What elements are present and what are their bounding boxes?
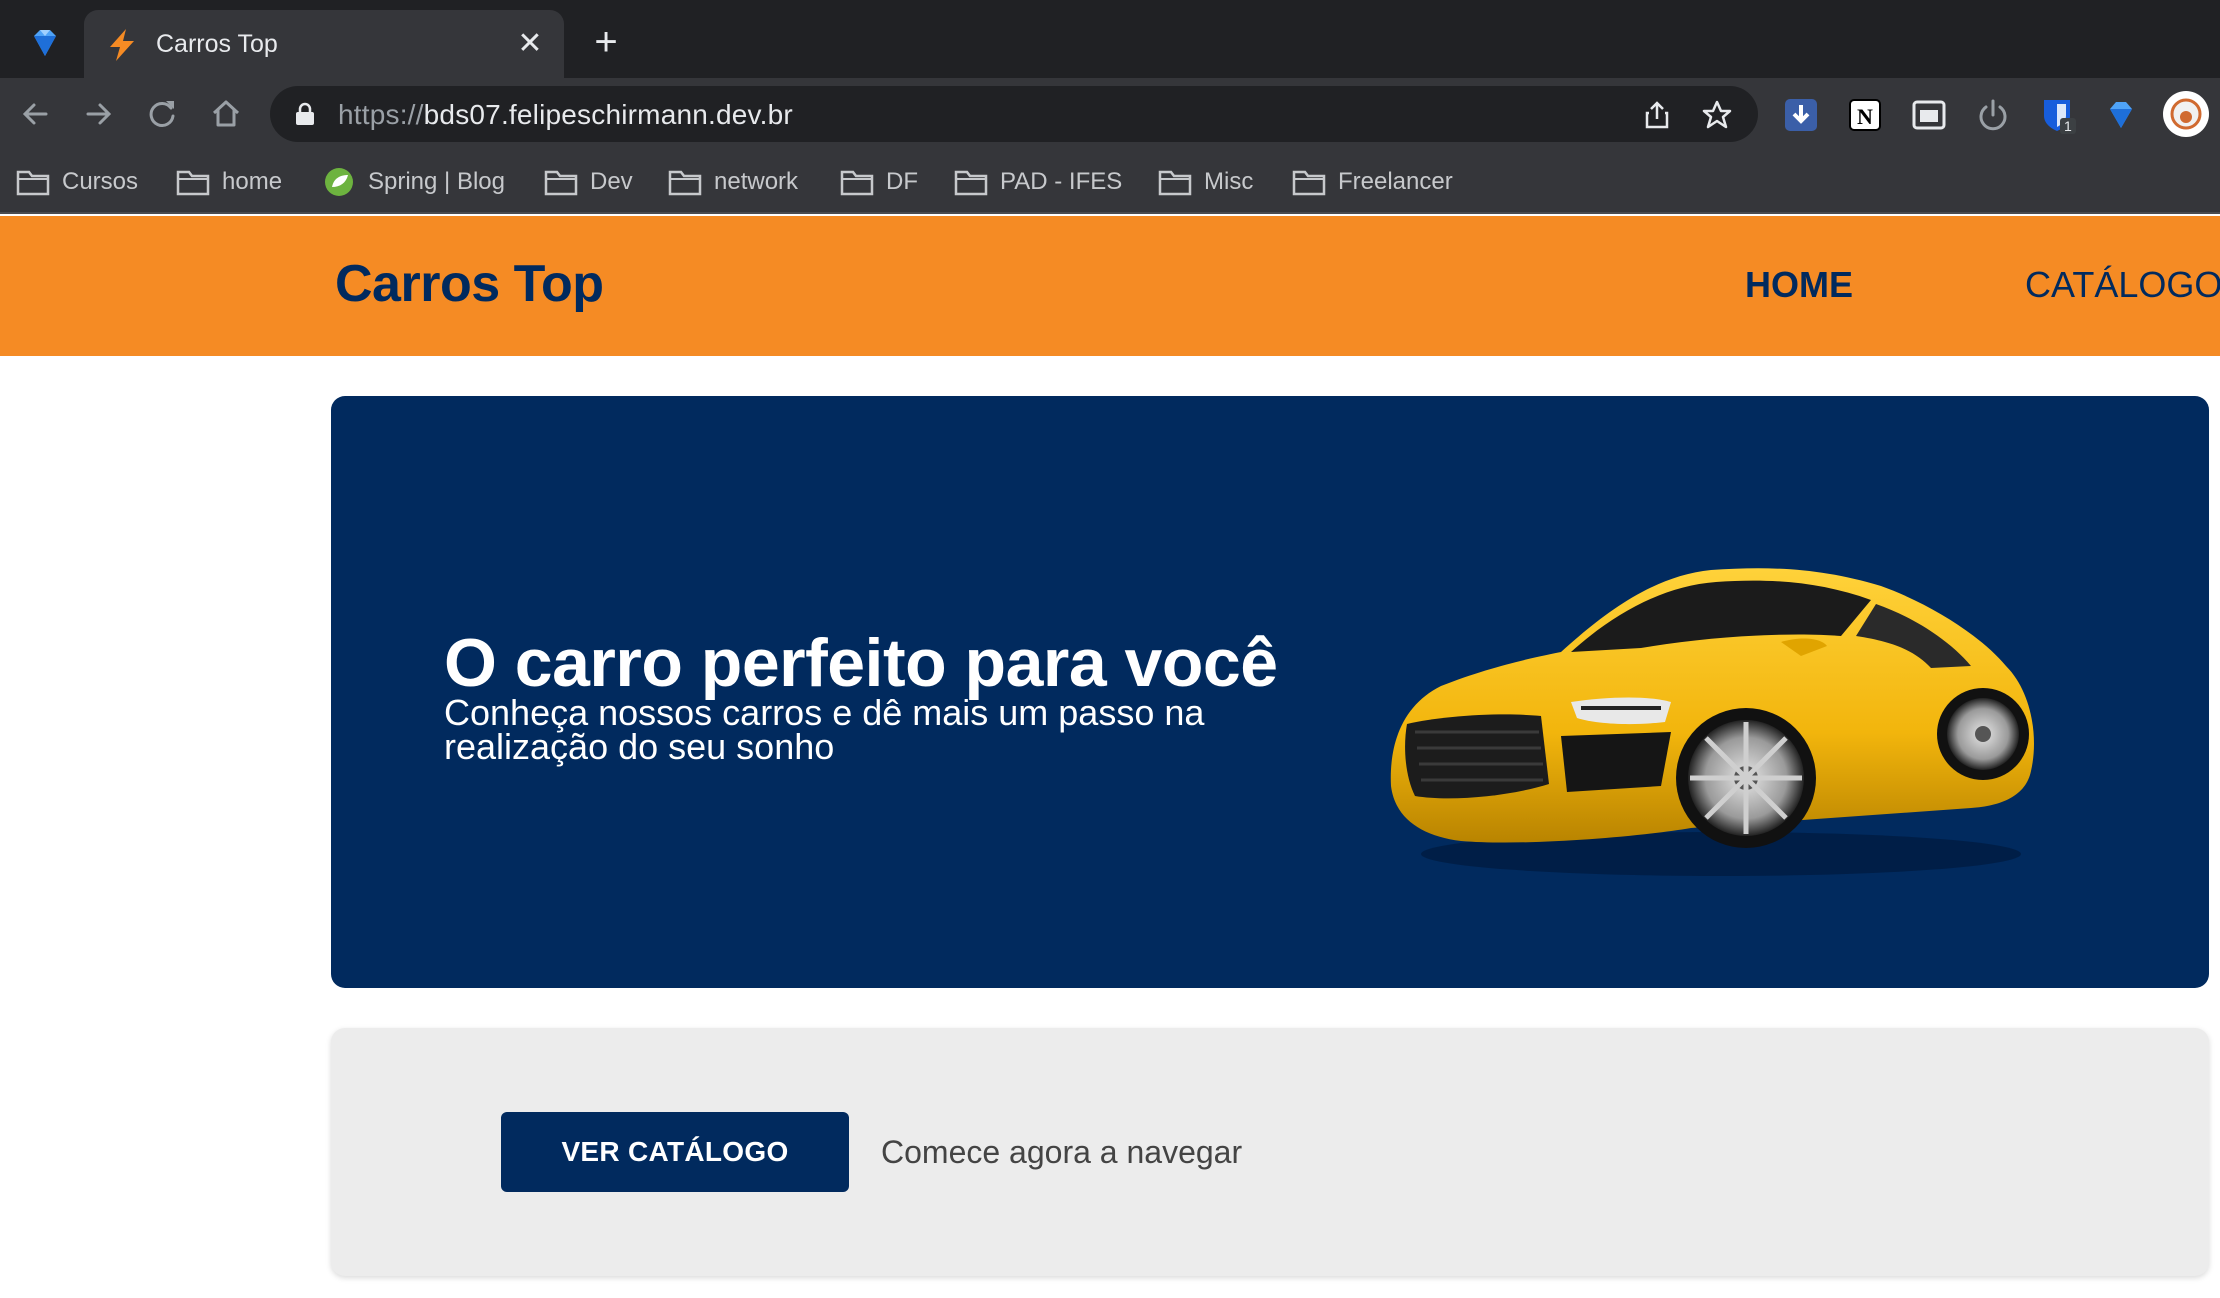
car-image [1390, 568, 2034, 876]
tab-title: Carros Top [156, 30, 278, 58]
notion-icon[interactable]: N [1846, 96, 1884, 134]
hero-subtitle: Conheça nossos carros e dê mais um passo… [444, 692, 1205, 767]
folder-icon [1292, 170, 1326, 196]
bookmark-cursos[interactable]: Cursos [16, 164, 138, 200]
browser-toolbar: https://bds07.felipeschirmann.dev.br N 1 [0, 78, 2220, 150]
hero-banner: O carro perfeito para você Conheça nosso… [331, 396, 2209, 988]
view-catalog-button[interactable]: VER CATÁLOGO [501, 1112, 849, 1192]
nav-catalog-link[interactable]: CATÁLOGO [2025, 264, 2220, 306]
browser-tab-active[interactable]: Carros Top ✕ [84, 10, 564, 78]
profile-avatar[interactable] [2162, 90, 2210, 138]
lightning-icon [110, 29, 134, 61]
share-icon[interactable] [1640, 98, 1674, 132]
extension-badge: 1 [2060, 118, 2076, 134]
bitwarden-extension-icon[interactable]: 1 [2038, 96, 2076, 134]
bookmark-freelancer[interactable]: Freelancer [1292, 164, 1453, 200]
folder-icon [668, 170, 702, 196]
gem-icon[interactable] [28, 26, 62, 60]
bookmark-star-icon[interactable] [1700, 98, 1734, 132]
bookmark-home[interactable]: home [176, 164, 282, 200]
nav-home-link[interactable]: HOME [1745, 264, 1853, 306]
bookmark-spring-blog[interactable]: Spring | Blog [322, 164, 505, 200]
gem-extension-icon[interactable] [2102, 96, 2140, 134]
folder-icon [840, 170, 874, 196]
site-navbar: Carros Top HOME CATÁLOGO [0, 216, 2220, 356]
window-extension-icon[interactable] [1910, 96, 1948, 134]
folder-icon [544, 170, 578, 196]
bookmark-pad-ifes[interactable]: PAD - IFES [954, 164, 1122, 200]
cta-text: Comece agora a navegar [881, 1134, 1243, 1170]
folder-icon [954, 170, 988, 196]
power-icon[interactable] [1974, 96, 2012, 134]
reload-icon[interactable] [140, 92, 184, 136]
address-bar[interactable]: https://bds07.felipeschirmann.dev.br [270, 86, 1758, 142]
download-extension-icon[interactable] [1782, 96, 1820, 134]
site-logo[interactable]: Carros Top [335, 254, 604, 314]
home-icon[interactable] [204, 92, 248, 136]
folder-icon [1158, 170, 1192, 196]
bookmarks-bar: Cursos home Spring | Blog Dev network DF… [0, 150, 2220, 214]
hero-title: O carro perfeito para você [444, 625, 1278, 701]
folder-icon [16, 170, 50, 196]
close-tab-icon[interactable]: ✕ [512, 26, 548, 62]
new-tab-button[interactable]: + [586, 22, 626, 62]
folder-icon [176, 170, 210, 196]
cta-card: VER CATÁLOGO Comece agora a navegar [331, 1028, 2209, 1276]
lock-icon[interactable] [294, 102, 316, 126]
url-text[interactable]: https://bds07.felipeschirmann.dev.br [338, 99, 793, 131]
browser-tabstrip: Carros Top ✕ + [0, 0, 2220, 78]
bookmark-dev[interactable]: Dev [544, 164, 633, 200]
bookmark-network[interactable]: network [668, 164, 798, 200]
svg-text:N: N [1857, 104, 1873, 129]
bookmark-misc[interactable]: Misc [1158, 164, 1253, 200]
spring-leaf-icon [325, 168, 353, 196]
forward-icon[interactable] [76, 92, 120, 136]
back-icon[interactable] [14, 92, 58, 136]
bookmark-df[interactable]: DF [840, 164, 918, 200]
